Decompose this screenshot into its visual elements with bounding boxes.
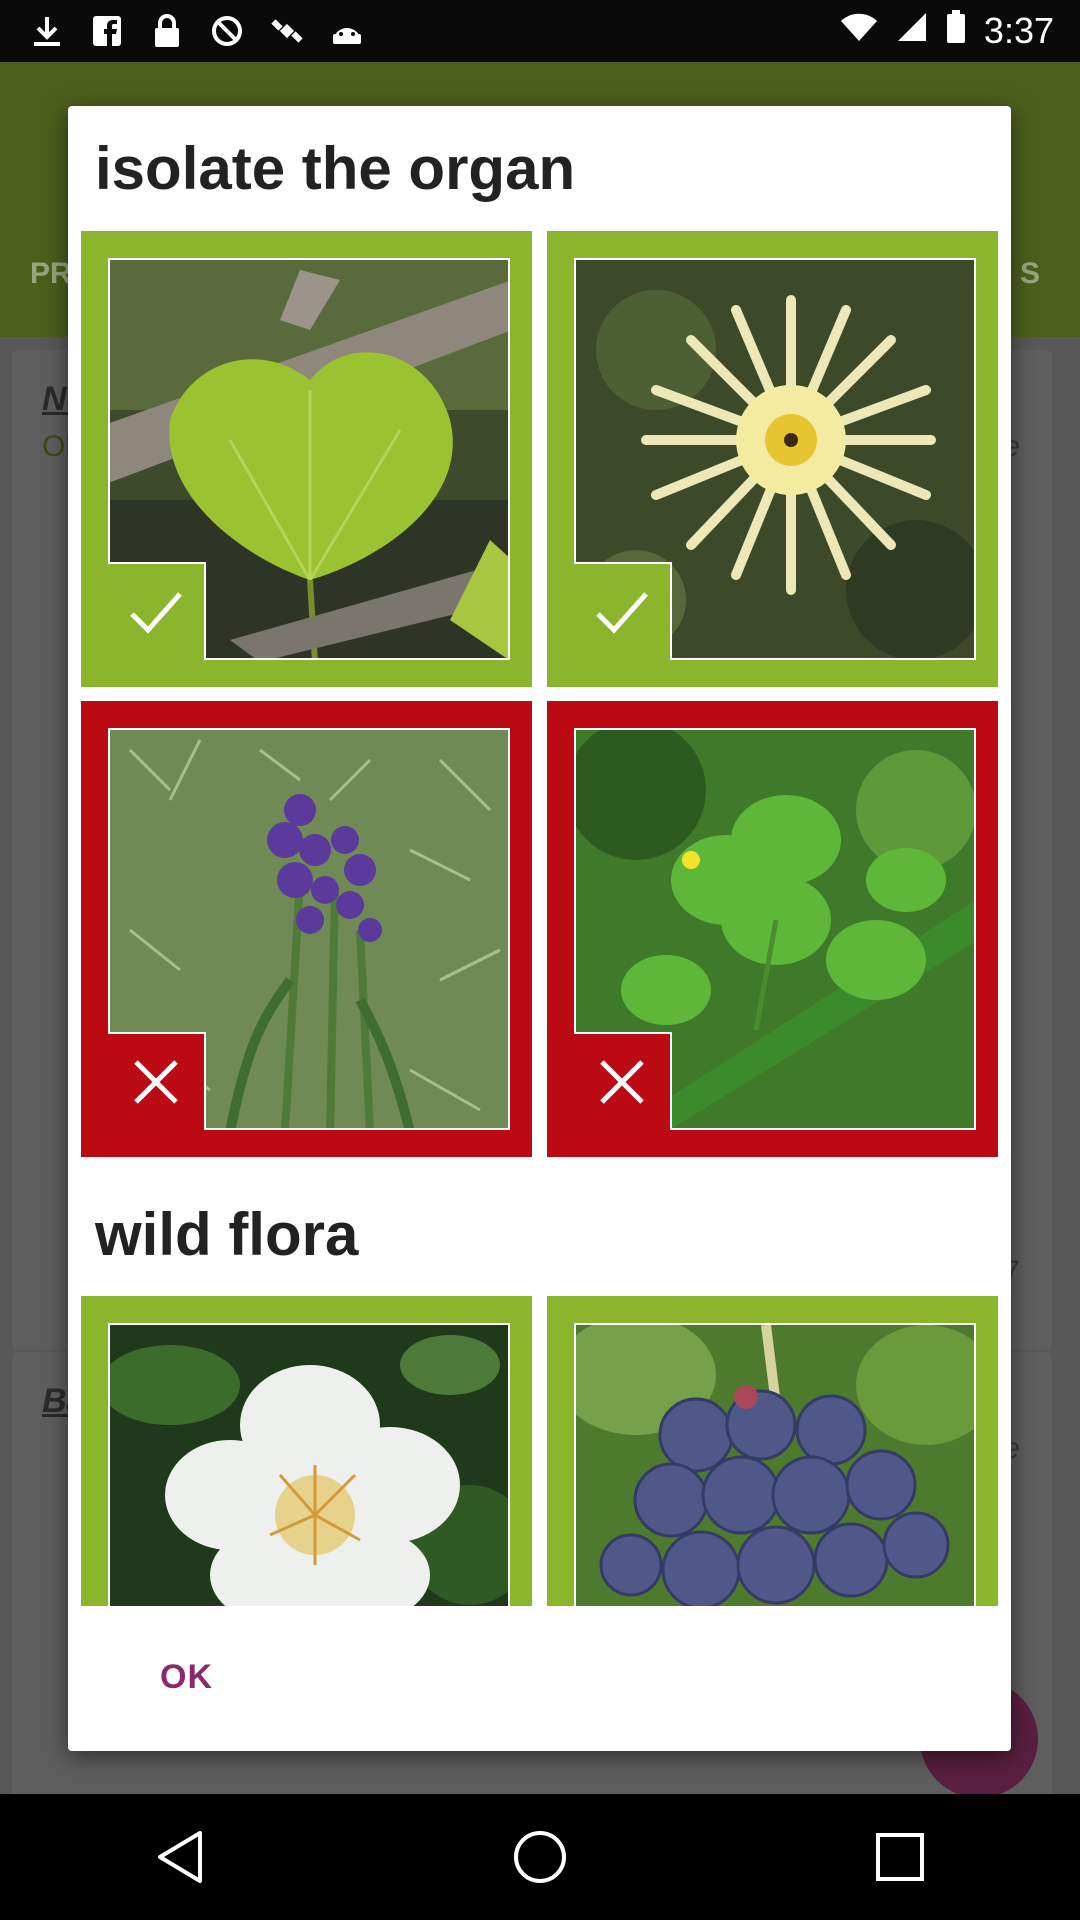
- info-dialog: isolate the organ wild flora OK: [68, 106, 1011, 1751]
- android-icon: [330, 14, 364, 48]
- ok-button[interactable]: OK: [160, 1658, 213, 1697]
- close-icon: [600, 1060, 644, 1104]
- facebook-icon: [90, 14, 124, 48]
- status-bar: 3:37: [0, 0, 1080, 62]
- back-icon[interactable]: [140, 1817, 220, 1897]
- example-tile-ginkgo-leaf: [81, 231, 532, 687]
- section-title-wild-flora: wild flora: [95, 1201, 359, 1268]
- satellite-icon: [270, 14, 304, 48]
- battery-icon: [946, 9, 966, 53]
- close-icon: [134, 1060, 178, 1104]
- section-title-isolate-organ: isolate the organ: [95, 135, 576, 202]
- bad-example-badge: [108, 1032, 206, 1130]
- navigation-bar: [0, 1794, 1080, 1920]
- home-icon[interactable]: [500, 1817, 580, 1897]
- block-icon: [210, 14, 244, 48]
- check-icon: [596, 592, 648, 634]
- check-icon: [130, 592, 182, 634]
- recents-icon[interactable]: [860, 1817, 940, 1897]
- background-tab-left: PR: [30, 257, 72, 290]
- example-tile-spiky-flower: [547, 231, 998, 687]
- good-example-badge: [108, 562, 206, 660]
- photo-blue-berries: [574, 1323, 976, 1613]
- example-tile-white-rose: [81, 1296, 532, 1613]
- example-tile-orchid: [81, 701, 532, 1157]
- photo-white-rose: [108, 1323, 510, 1613]
- example-tile-clover: [547, 701, 998, 1157]
- background-tab-right: S: [1019, 257, 1040, 290]
- good-example-badge: [574, 562, 672, 660]
- wifi-icon: [840, 10, 878, 52]
- dialog-footer: OK: [68, 1606, 1011, 1751]
- lock-icon: [150, 14, 184, 48]
- download-icon: [30, 14, 64, 48]
- clock-time: 3:37: [983, 10, 1054, 51]
- bad-example-badge: [574, 1032, 672, 1130]
- signal-icon: [896, 10, 928, 52]
- example-tile-berries: [547, 1296, 998, 1613]
